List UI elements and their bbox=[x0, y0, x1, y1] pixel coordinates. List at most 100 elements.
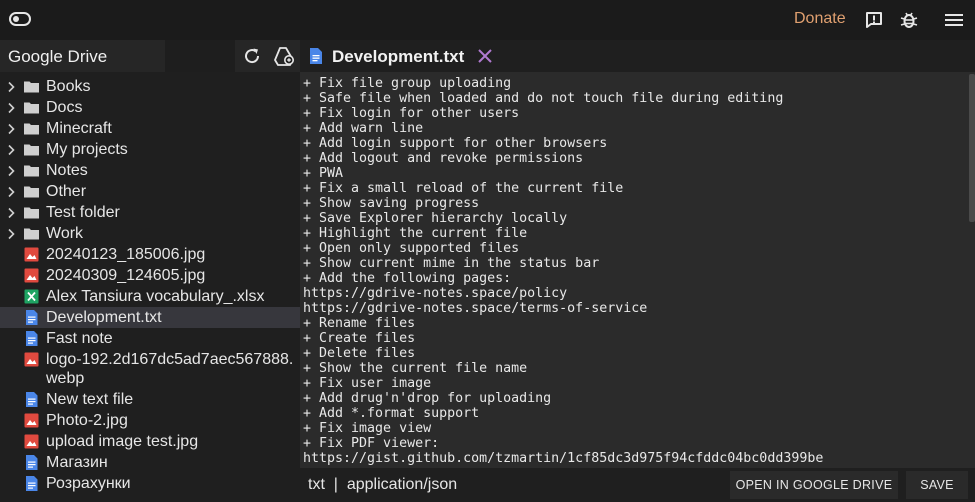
folder-item[interactable]: Minecraft bbox=[0, 118, 300, 139]
code-line: + Show the current file name bbox=[303, 361, 528, 376]
folder-icon bbox=[24, 228, 39, 240]
file-item[interactable]: New text file bbox=[0, 389, 300, 410]
folder-item[interactable]: My projects bbox=[0, 139, 300, 160]
spreadsheet-icon bbox=[24, 289, 39, 304]
folder-icon bbox=[24, 207, 39, 219]
editor-content[interactable]: + Fix file group uploading + Safe file wh… bbox=[303, 76, 968, 466]
file-item[interactable]: logo-192.2d167dc5ad7aec567888.webp bbox=[0, 349, 300, 389]
chevron-right-icon[interactable] bbox=[6, 102, 16, 114]
chevron-right-icon[interactable] bbox=[6, 165, 16, 177]
code-line: + Safe file when loaded and do not touch… bbox=[303, 91, 784, 106]
document-icon bbox=[310, 48, 322, 64]
open-in-google-drive-button[interactable]: OPEN IN GOOGLE DRIVE bbox=[730, 471, 898, 499]
file-label: 20240309_124605.jpg bbox=[46, 266, 206, 284]
chevron-right-icon[interactable] bbox=[6, 186, 16, 198]
file-label: Розрахунки bbox=[46, 474, 131, 492]
tab-title[interactable]: Development.txt bbox=[332, 47, 464, 67]
top-bar: Donate bbox=[0, 0, 975, 40]
file-item[interactable]: Магазин bbox=[0, 452, 300, 473]
code-line: + Add warn line bbox=[303, 121, 424, 136]
sidebar-search-area[interactable] bbox=[165, 40, 235, 72]
file-explorer-sidebar: Google Drive Books Docs Minecraft My projec… bbox=[0, 40, 300, 502]
code-line: + Fix user image bbox=[303, 376, 432, 391]
code-line: + Delete files bbox=[303, 346, 416, 361]
code-line: + Fix image view bbox=[303, 421, 432, 436]
google-drive-icon[interactable] bbox=[273, 46, 295, 66]
file-item[interactable]: 20240123_185006.jpg bbox=[0, 244, 300, 265]
file-label: Notes bbox=[46, 161, 88, 179]
file-label: New text file bbox=[46, 390, 134, 408]
image-file-icon bbox=[24, 434, 39, 449]
code-line: https://gist.github.com/tzmartin/1cf85dc… bbox=[303, 451, 824, 466]
file-item[interactable]: Alex Tansiura vocabulary_.xlsx bbox=[0, 286, 300, 307]
chevron-right-icon[interactable] bbox=[6, 228, 16, 240]
code-line: + Open only supported files bbox=[303, 241, 520, 256]
code-line: + Create files bbox=[303, 331, 416, 346]
file-item[interactable]: Fast note bbox=[0, 328, 300, 349]
folder-item[interactable]: Work bbox=[0, 223, 300, 244]
file-item[interactable]: 20240309_124605.jpg bbox=[0, 265, 300, 286]
file-label: Магазин bbox=[46, 453, 108, 471]
code-line: https://gdrive-notes.space/policy bbox=[303, 286, 568, 301]
folder-item[interactable]: Other bbox=[0, 181, 300, 202]
code-line: + Show saving progress bbox=[303, 196, 480, 211]
chevron-right-icon[interactable] bbox=[6, 207, 16, 219]
document-icon bbox=[26, 331, 38, 346]
folder-item[interactable]: Test folder bbox=[0, 202, 300, 223]
mime-status: txt | application/json bbox=[308, 476, 458, 493]
code-line: + Fix PDF viewer: bbox=[303, 436, 440, 451]
chevron-right-icon[interactable] bbox=[6, 123, 16, 135]
menu-icon[interactable] bbox=[944, 10, 964, 30]
file-label: My projects bbox=[46, 140, 128, 158]
file-item[interactable]: upload image test.jpg bbox=[0, 431, 300, 452]
editor-scrollbar[interactable] bbox=[969, 74, 975, 222]
file-label: Fast note bbox=[46, 329, 113, 347]
document-icon bbox=[26, 310, 38, 325]
file-label: Alex Tansiura vocabulary_.xlsx bbox=[46, 287, 265, 305]
close-icon[interactable] bbox=[477, 48, 493, 64]
reload-icon[interactable] bbox=[243, 47, 261, 65]
file-label: Other bbox=[46, 182, 87, 200]
folder-item[interactable]: Notes bbox=[0, 160, 300, 181]
code-line: + Add drug'n'drop for uploading bbox=[303, 391, 552, 406]
code-line: + Save Explorer hierarchy locally bbox=[303, 211, 568, 226]
save-button[interactable]: SAVE bbox=[906, 471, 968, 499]
code-line: + Show current mime in the status bar bbox=[303, 256, 600, 271]
file-label: logo-192.2d167dc5ad7aec567888.webp bbox=[46, 351, 294, 387]
chevron-right-icon[interactable] bbox=[6, 144, 16, 156]
text-editor[interactable]: + Fix file group uploading + Safe file wh… bbox=[300, 72, 975, 468]
bug-icon[interactable] bbox=[899, 10, 919, 30]
document-icon bbox=[26, 476, 38, 491]
file-label: Minecraft bbox=[46, 119, 112, 137]
code-line: + Fix file group uploading bbox=[303, 76, 512, 91]
toggle-icon[interactable] bbox=[9, 12, 31, 26]
image-file-icon bbox=[24, 413, 39, 428]
status-bar: txt | application/json OPEN IN GOOGLE DR… bbox=[300, 468, 975, 502]
file-label: Docs bbox=[46, 98, 83, 116]
file-item[interactable]: Development.txt bbox=[0, 307, 300, 328]
file-label: 20240123_185006.jpg bbox=[46, 245, 206, 263]
file-label: Photo-2.jpg bbox=[46, 411, 128, 429]
code-line: + Add logout and revoke permissions bbox=[303, 151, 584, 166]
folder-icon bbox=[24, 102, 39, 114]
chevron-right-icon[interactable] bbox=[6, 81, 16, 93]
sidebar-header: Google Drive bbox=[0, 40, 300, 72]
feedback-icon[interactable] bbox=[864, 10, 884, 30]
document-icon bbox=[26, 455, 38, 470]
folder-item[interactable]: Docs bbox=[0, 97, 300, 118]
file-item[interactable]: Photo-2.jpg bbox=[0, 410, 300, 431]
document-icon bbox=[26, 392, 38, 407]
file-label: Test folder bbox=[46, 203, 120, 221]
folder-item[interactable]: Books bbox=[0, 76, 300, 97]
code-line: + Add login support for other browsers bbox=[303, 136, 608, 151]
file-tree: Books Docs Minecraft My projects Notes Other T… bbox=[0, 76, 300, 494]
image-file-icon bbox=[24, 268, 39, 283]
code-line: + Fix login for other users bbox=[303, 106, 520, 121]
donate-link[interactable]: Donate bbox=[794, 10, 846, 28]
folder-icon bbox=[24, 186, 39, 198]
image-file-icon bbox=[24, 247, 39, 262]
code-line: + PWA bbox=[303, 166, 344, 181]
code-line: + Highlight the current file bbox=[303, 226, 528, 241]
file-item[interactable]: Розрахунки bbox=[0, 473, 300, 494]
folder-icon bbox=[24, 123, 39, 135]
